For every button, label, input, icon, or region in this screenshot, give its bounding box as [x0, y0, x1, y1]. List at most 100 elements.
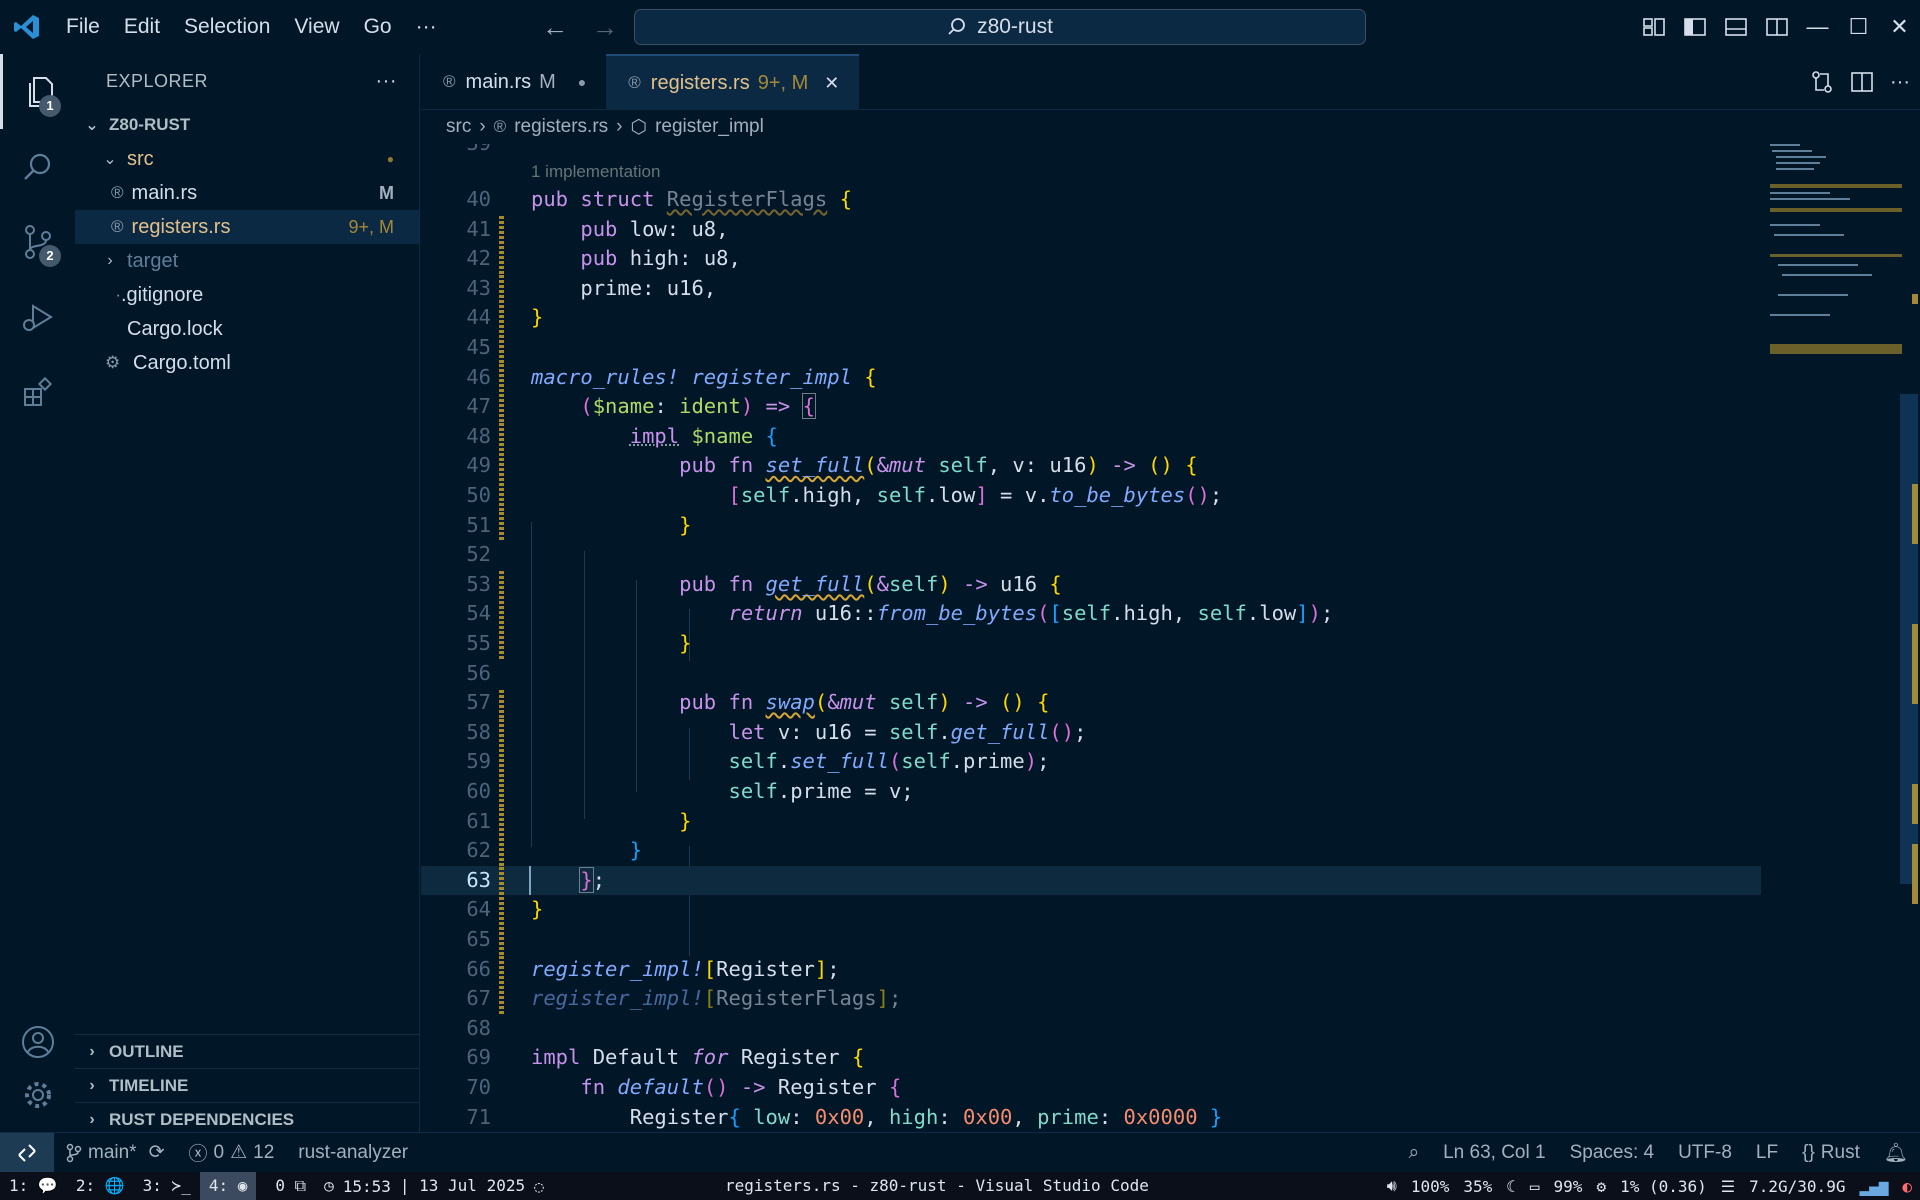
- code-line: 39: [421, 144, 1761, 159]
- notifications-bell-icon[interactable]: 🔔︎: [1872, 1141, 1920, 1165]
- menu-bar: File Edit Selection View Go ···: [54, 0, 449, 54]
- codelens-implementations[interactable]: 1 implementation: [531, 162, 660, 182]
- menu-edit[interactable]: Edit: [112, 7, 172, 47]
- rust-file-icon: ®: [493, 117, 507, 136]
- gutter-modified-marker: [499, 421, 504, 452]
- tree-folder-src[interactable]: ⌄ src ●: [75, 142, 419, 176]
- timeline-section[interactable]: › TIMELINE: [75, 1068, 419, 1102]
- tree-item-label: registers.rs: [131, 215, 231, 238]
- tree-item-label: src: [127, 147, 154, 170]
- network-icon[interactable]: ▂▄▆: [1859, 1177, 1888, 1196]
- chevron-right-icon: ›: [89, 1042, 95, 1060]
- tree-file-cargo-toml[interactable]: ⚙ Cargo.toml: [75, 346, 419, 380]
- dotfile-icon: ·: [115, 285, 121, 304]
- explorer-activity[interactable]: 1: [0, 54, 75, 129]
- tree-item-label: Cargo.toml: [133, 351, 231, 374]
- minimize-icon[interactable]: —: [1797, 0, 1838, 54]
- menu-file[interactable]: File: [54, 7, 112, 47]
- vscode-logo-icon: [0, 0, 54, 54]
- tab-registers-rs[interactable]: ® registers.rs 9+, M ✕: [606, 54, 860, 110]
- workspace-3[interactable]: 3: ≻_: [134, 1172, 200, 1200]
- breadcrumb: src › ® registers.rs › ⬡ register_impl: [421, 110, 1920, 144]
- menu-selection[interactable]: Selection: [172, 7, 282, 47]
- split-editor-icon[interactable]: [1850, 70, 1874, 94]
- unsaved-dot-icon[interactable]: ●: [578, 74, 586, 90]
- scrollbar-marker: [1912, 844, 1918, 904]
- tree-file-main-rs[interactable]: ® main.rs M: [75, 176, 419, 210]
- run-debug-activity[interactable]: [0, 279, 75, 354]
- notification-tray-icon[interactable]: ◐: [1902, 1177, 1912, 1196]
- menu-more[interactable]: ···: [404, 7, 449, 47]
- sync-icon[interactable]: ⟳: [149, 1141, 165, 1164]
- gutter-modified-marker: [499, 451, 504, 481]
- git-status-badge: M: [379, 182, 394, 203]
- code-line: 51 }: [421, 510, 1761, 541]
- editor-more-icon[interactable]: ···: [1890, 71, 1910, 94]
- back-arrow-icon[interactable]: ←: [542, 12, 568, 42]
- remote-indicator[interactable]: [0, 1132, 54, 1173]
- command-center-search[interactable]: z80-rust: [634, 9, 1366, 45]
- extensions-activity[interactable]: [0, 354, 75, 429]
- close-window-icon[interactable]: ✕: [1879, 0, 1920, 54]
- minimap-line: [1770, 184, 1902, 188]
- breadcrumb-file[interactable]: registers.rs: [514, 116, 608, 138]
- language-server-status[interactable]: rust-analyzer: [286, 1142, 420, 1164]
- customize-layout-icon[interactable]: [1633, 0, 1674, 54]
- git-branch-status[interactable]: main* ⟳: [54, 1141, 177, 1164]
- encoding[interactable]: UTF-8: [1666, 1142, 1744, 1164]
- cursor-position[interactable]: Ln 63, Col 1: [1431, 1142, 1557, 1164]
- tree-file-gitignore[interactable]: · .gitignore: [75, 278, 419, 312]
- tree-folder-target[interactable]: › target: [75, 244, 419, 278]
- toggle-sidebar-icon[interactable]: [1674, 0, 1715, 54]
- indentation[interactable]: Spaces: 4: [1558, 1142, 1667, 1164]
- tab-main-rs[interactable]: ® main.rs M ●: [421, 54, 606, 110]
- code-editor[interactable]: 39 1 implementation 40pub struct Registe…: [421, 144, 1920, 1132]
- minimap-line: [1774, 234, 1844, 236]
- zoom-icon[interactable]: ⌕: [1396, 1142, 1431, 1164]
- minimap-line: [1770, 208, 1902, 212]
- volume-icon[interactable]: 🔊︎: [1387, 1176, 1397, 1196]
- scrollbar[interactable]: [1900, 144, 1920, 1132]
- toggle-secondary-sidebar-icon[interactable]: [1756, 0, 1797, 54]
- scrollbar-marker: [1912, 624, 1918, 704]
- compare-changes-icon[interactable]: [1810, 70, 1834, 94]
- code-line: 54 return u16::from_be_bytes([self.high,…: [421, 599, 1761, 629]
- run-debug-icon: [22, 303, 53, 331]
- menu-go[interactable]: Go: [352, 7, 404, 47]
- account-icon: [21, 1025, 54, 1058]
- gutter-modified-marker: [499, 244, 504, 274]
- toggle-panel-icon[interactable]: [1715, 0, 1756, 54]
- manage-activity[interactable]: [0, 1057, 75, 1132]
- close-tab-icon[interactable]: ✕: [824, 73, 839, 94]
- workspace-2[interactable]: 2: 🌐: [67, 1172, 134, 1200]
- tree-file-cargo-lock[interactable]: Cargo.lock: [75, 312, 419, 346]
- minimap-line: [1782, 274, 1872, 276]
- root-folder[interactable]: ⌄ Z80-RUST: [75, 108, 419, 142]
- workspace-4[interactable]: 4: ◉: [199, 1172, 257, 1200]
- minimap[interactable]: [1766, 144, 1902, 394]
- memory-icon: ☰: [1720, 1176, 1736, 1196]
- menu-view[interactable]: View: [282, 7, 351, 47]
- rust-dependencies-section[interactable]: › RUST DEPENDENCIES: [75, 1102, 419, 1136]
- code-line: 67 register_impl![RegisterFlags];: [421, 984, 1761, 1014]
- problems-status[interactable]: ⓧ 0 ⚠ 12: [177, 1139, 287, 1166]
- warning-count: 12: [253, 1141, 275, 1163]
- tree-file-registers-rs[interactable]: ® registers.rs 9+, M: [75, 210, 419, 244]
- explorer-more-button[interactable]: ···: [376, 70, 397, 93]
- tree-item-label: .gitignore: [121, 283, 204, 306]
- maximize-icon[interactable]: ☐: [1838, 0, 1879, 54]
- branch-name: main*: [88, 1141, 137, 1163]
- cpu-icon: ⚙: [1596, 1176, 1607, 1196]
- source-control-activity[interactable]: 2: [0, 204, 75, 279]
- forward-arrow-icon[interactable]: →: [592, 12, 618, 42]
- gutter-modified-marker: [499, 273, 504, 304]
- breadcrumb-symbol[interactable]: register_impl: [655, 116, 764, 138]
- search-activity[interactable]: [0, 129, 75, 204]
- end-of-line[interactable]: LF: [1744, 1142, 1790, 1164]
- breadcrumb-folder[interactable]: src: [446, 116, 471, 138]
- language-mode[interactable]: {} Rust: [1790, 1142, 1872, 1164]
- clock-time: 15:53: [342, 1176, 391, 1196]
- outline-section[interactable]: › OUTLINE: [75, 1034, 419, 1068]
- settings-file-icon: ⚙: [105, 353, 121, 372]
- workspace-1[interactable]: 1: 💬: [0, 1172, 67, 1200]
